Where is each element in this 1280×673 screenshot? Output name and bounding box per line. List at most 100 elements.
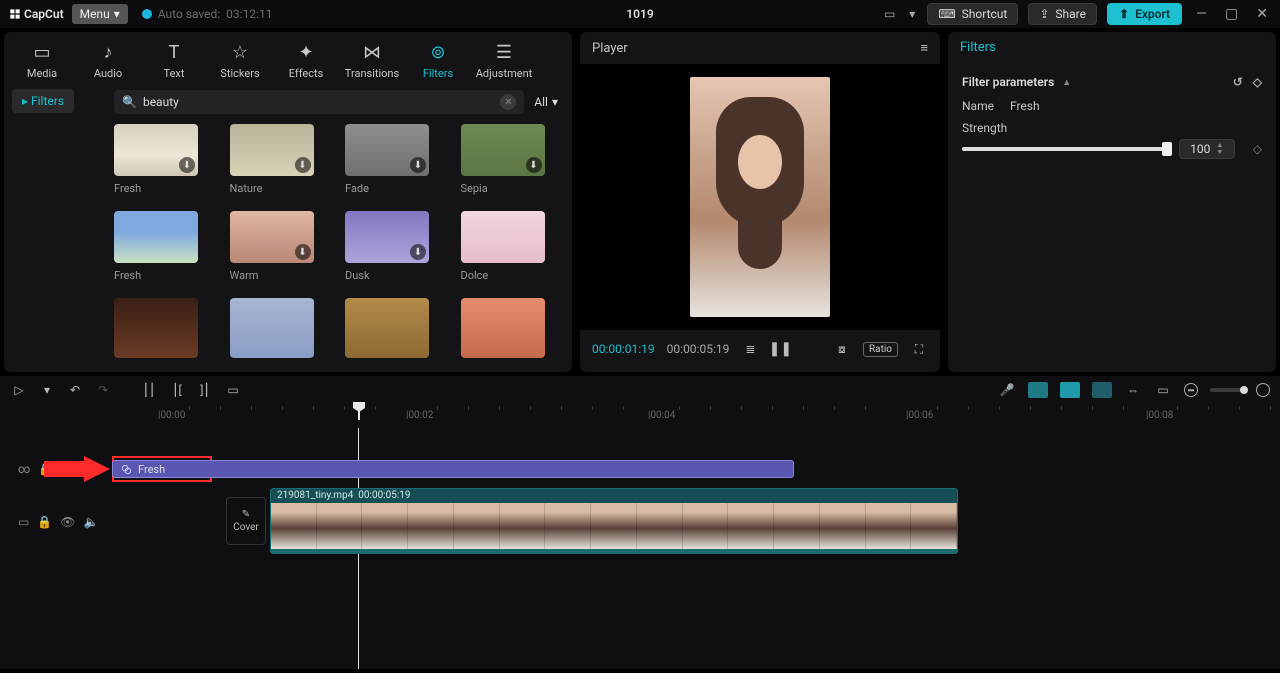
fullscreen-icon[interactable]: ⛶	[910, 340, 928, 358]
search-input[interactable]	[143, 95, 494, 109]
thumbnail-frame	[728, 503, 774, 549]
pause-button[interactable]: ❚❚	[771, 340, 789, 358]
lock-icon[interactable]: 🔒	[38, 462, 53, 476]
thumbnail-frame	[866, 503, 912, 549]
strength-value-input[interactable]: 100 ▲▼	[1179, 139, 1235, 159]
chevron-down-icon[interactable]: ▾	[38, 383, 56, 397]
filter-thumb-item8[interactable]	[114, 298, 198, 358]
download-icon[interactable]: ⬇	[526, 157, 542, 173]
filter-icon: ▾	[552, 95, 558, 109]
align-icon[interactable]: ⇔	[1124, 383, 1142, 397]
filter-all-button[interactable]: All ▾	[534, 95, 558, 109]
filter-thumb-fade[interactable]: ⬇Fade	[345, 124, 429, 195]
columns-icon[interactable]: ≣	[741, 340, 759, 358]
download-icon[interactable]: ⬇	[410, 157, 426, 173]
share-icon: ⇪	[1039, 7, 1049, 21]
nav-text[interactable]: TText	[144, 38, 204, 84]
effects-icon: ✦	[298, 42, 313, 63]
reset-icon[interactable]: ↺	[1233, 75, 1243, 89]
mute-icon[interactable]: 🔈	[84, 515, 99, 529]
zoom-out-icon[interactable]	[1184, 383, 1198, 397]
segment-b-icon[interactable]	[1060, 382, 1080, 398]
download-icon[interactable]: ⬇	[179, 157, 195, 173]
sidebar-item-filters[interactable]: ▸ Filters	[12, 89, 74, 113]
filter-thumb-fresh[interactable]: ⬇ Fresh	[114, 124, 198, 195]
clear-search-icon[interactable]: ✕	[500, 94, 516, 110]
eye-icon[interactable]: 👁	[60, 515, 75, 529]
step-down-icon[interactable]: ▼	[1216, 149, 1223, 156]
nav-audio[interactable]: ♪Audio	[78, 38, 138, 84]
eye-icon[interactable]: 👁	[61, 462, 76, 476]
filter-thumb-nature[interactable]: ⬇Nature	[230, 124, 314, 195]
nav-transitions[interactable]: ⋈Transitions	[342, 38, 402, 84]
ratio-button[interactable]: Ratio	[863, 342, 898, 357]
download-icon[interactable]: ⬇	[295, 244, 311, 260]
split-right-icon[interactable]: ]⎮	[196, 383, 214, 397]
filter-thumb-dolce[interactable]: Dolce	[461, 211, 545, 282]
window-minimize-icon[interactable]: —	[1192, 6, 1211, 22]
split-icon[interactable]: ⎮⎮	[140, 383, 158, 397]
chevron-down-icon[interactable]: ▾	[907, 7, 917, 21]
segment-a-icon[interactable]	[1028, 382, 1048, 398]
zoom-slider[interactable]	[1210, 388, 1244, 392]
filter-thumb-dusk[interactable]: ⬇Dusk	[345, 211, 429, 282]
link-icon[interactable]: ∞	[18, 462, 30, 476]
filter-thumb-item11[interactable]	[461, 298, 545, 358]
segment-c-icon[interactable]	[1092, 382, 1112, 398]
download-icon[interactable]: ⬇	[410, 244, 426, 260]
monitor-icon[interactable]: ▭	[1154, 383, 1172, 397]
shortcut-button[interactable]: ⌨ Shortcut	[927, 3, 1018, 25]
thumbnail-frame	[683, 503, 729, 549]
undo-icon[interactable]: ↶	[66, 383, 84, 397]
video-preview[interactable]	[690, 77, 830, 317]
filter-clip[interactable]: Fresh	[112, 460, 794, 478]
download-icon[interactable]: ⬇	[295, 157, 311, 173]
nav-media[interactable]: ▭Media	[12, 38, 72, 84]
thumb-label: Sepia	[461, 182, 545, 195]
search-input-wrapper[interactable]: 🔍 ✕	[114, 90, 524, 114]
video-clip[interactable]: 219081_tiny.mp4 00:00:05:19	[270, 488, 958, 554]
filter-thumb-warm[interactable]: ⬇Warm	[230, 211, 314, 282]
autosave-status: Auto saved: 03:12:11	[142, 7, 273, 21]
lock-icon[interactable]: 🔒	[37, 515, 52, 529]
audio-icon: ♪	[104, 42, 113, 63]
export-button[interactable]: ⬆ Export	[1107, 3, 1182, 25]
redo-icon[interactable]: ↷	[94, 383, 112, 397]
split-left-icon[interactable]: ⎮[	[168, 383, 186, 397]
menu-button[interactable]: Menu ▾	[72, 4, 128, 24]
thumbnail-frame	[454, 503, 500, 549]
nav-adjustment[interactable]: ☰Adjustment	[474, 38, 534, 84]
inspector-panel: Filters Filter parameters ▲ ↺ ◇ Name Fre…	[948, 32, 1276, 372]
strength-slider[interactable]	[962, 147, 1167, 151]
window-close-icon[interactable]: ✕	[1252, 6, 1272, 22]
filter-thumb-fresh[interactable]: Fresh	[114, 211, 198, 282]
thumbnail-frame	[271, 503, 317, 549]
keyframe-diamond-icon[interactable]: ◇	[1253, 75, 1262, 89]
scan-icon[interactable]: ⧇	[833, 340, 851, 358]
total-duration: 00:00:05:19	[667, 342, 730, 356]
nav-effects[interactable]: ✦Effects	[276, 38, 336, 84]
crop-icon[interactable]: ▭	[224, 383, 242, 397]
player-menu-icon[interactable]: ≡	[920, 40, 928, 56]
playhead-handle[interactable]	[358, 404, 360, 420]
thumb-label: Fresh	[114, 182, 198, 195]
cover-button[interactable]: ✎ Cover	[226, 497, 266, 545]
thumbnail-frame	[820, 503, 866, 549]
keyframe-diamond-icon[interactable]: ◇	[1253, 142, 1262, 156]
zoom-fit-icon[interactable]	[1256, 383, 1270, 397]
thumbnail-frame	[317, 503, 363, 549]
mic-icon[interactable]: 🎤	[998, 383, 1016, 397]
share-button[interactable]: ⇪ Share	[1028, 3, 1097, 25]
adjustment-icon: ☰	[496, 42, 512, 63]
nav-stickers[interactable]: ☆Stickers	[210, 38, 270, 84]
filter-thumb-sepia[interactable]: ⬇ Sepia	[461, 124, 545, 195]
layout-icon[interactable]: ▭	[882, 7, 897, 21]
filter-name-value: Fresh	[1010, 99, 1040, 113]
nav-filters[interactable]: ⊚Filters	[408, 38, 468, 84]
cursor-tool-icon[interactable]: ▷	[10, 383, 28, 397]
filter-thumb-item9[interactable]	[230, 298, 314, 358]
logo-icon	[8, 7, 22, 21]
filter-thumb-item10[interactable]	[345, 298, 429, 358]
clip-icon[interactable]: ▭	[18, 515, 29, 529]
window-maximize-icon[interactable]: ▢	[1221, 6, 1242, 22]
